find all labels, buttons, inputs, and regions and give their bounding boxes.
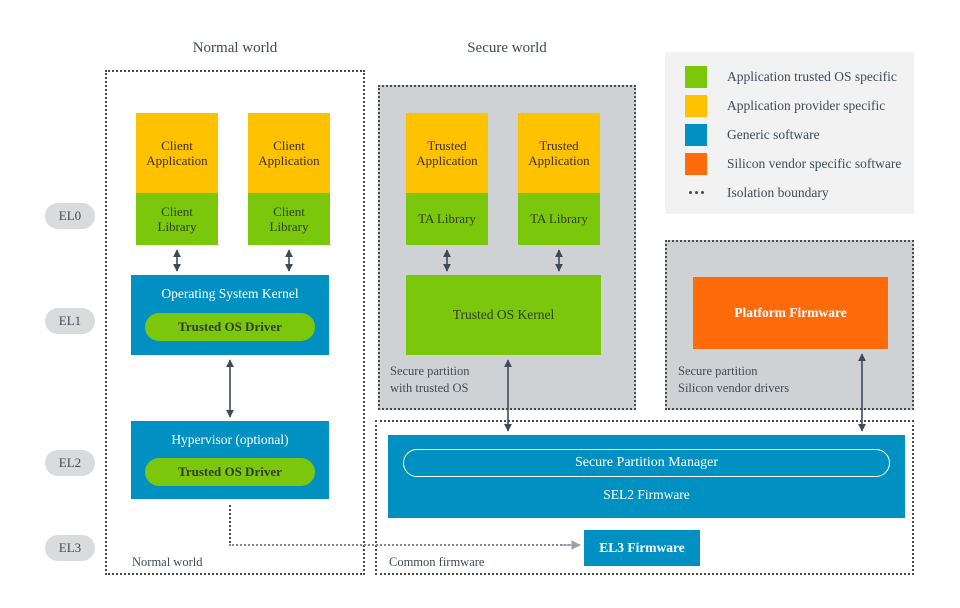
operating-system-kernel-block: Operating System Kernel Trusted OS Drive… bbox=[131, 275, 329, 355]
legend-item-isolation-boundary: Isolation boundary bbox=[685, 178, 915, 207]
exception-level-el1: EL1 bbox=[45, 308, 95, 334]
normal-world-inner-divider bbox=[229, 505, 231, 543]
client-library-1: Client Library bbox=[136, 193, 218, 245]
sel2-firmware-block: Secure Partition Manager SEL2 Firmware bbox=[388, 435, 905, 518]
legend-label: Application trusted OS specific bbox=[727, 68, 897, 84]
legend-label: Silicon vendor specific software bbox=[727, 155, 902, 171]
exception-level-label: EL1 bbox=[58, 313, 82, 328]
legend-swatch-yellow bbox=[685, 94, 707, 117]
hypervisor-title: Hypervisor (optional) bbox=[171, 432, 289, 447]
diagram-canvas: Normal world Secure world EL0 EL1 EL2 EL… bbox=[0, 0, 960, 608]
exception-level-label: EL3 bbox=[58, 540, 82, 555]
trusted-os-driver-kernel: Trusted OS Driver bbox=[145, 313, 315, 341]
dotted-line-icon bbox=[685, 191, 707, 194]
client-application-2: Client Application bbox=[248, 113, 330, 193]
el3-dotted-connector bbox=[229, 544, 574, 546]
trusted-os-kernel-block: Trusted OS Kernel bbox=[406, 275, 601, 355]
legend-swatch-orange bbox=[685, 152, 707, 175]
exception-level-el0: EL0 bbox=[45, 203, 95, 229]
exception-level-el3: EL3 bbox=[45, 535, 95, 561]
el3-firmware-block: EL3 Firmware bbox=[584, 530, 700, 566]
legend-swatch-blue bbox=[685, 123, 707, 146]
legend-item-generic-software: Generic software bbox=[685, 120, 915, 149]
client-application-1: Client Application bbox=[136, 113, 218, 193]
legend-item-application-provider-specific: Application provider specific bbox=[685, 91, 915, 120]
secure-partition-silicon-caption: Secure partition Silicon vendor drivers bbox=[678, 364, 790, 395]
secure-partition-trusted-os-caption: Secure partition with trusted OS bbox=[390, 364, 470, 395]
trusted-application-2: Trusted Application bbox=[518, 113, 600, 193]
exception-level-label: EL2 bbox=[58, 455, 82, 470]
exception-level-el2: EL2 bbox=[45, 450, 95, 476]
secure-partition-manager-pill: Secure Partition Manager bbox=[403, 449, 890, 477]
legend-items: Application trusted OS specific Applicat… bbox=[685, 62, 915, 207]
ta-library-1: TA Library bbox=[406, 193, 488, 245]
sel2-firmware-label: SEL2 Firmware bbox=[603, 487, 690, 502]
trusted-os-driver-hypervisor: Trusted OS Driver bbox=[145, 458, 315, 486]
trusted-application-1: Trusted Application bbox=[406, 113, 488, 193]
legend-label: Generic software bbox=[727, 126, 820, 142]
legend-item-silicon-vendor-specific-software: Silicon vendor specific software bbox=[685, 149, 915, 178]
secure-world-header: Secure world bbox=[467, 40, 547, 56]
client-library-2: Client Library bbox=[248, 193, 330, 245]
ta-library-2: TA Library bbox=[518, 193, 600, 245]
hypervisor-block: Hypervisor (optional) Trusted OS Driver bbox=[131, 421, 329, 499]
exception-level-label: EL0 bbox=[58, 208, 82, 223]
legend-item-application-trusted-os-specific: Application trusted OS specific bbox=[685, 62, 915, 91]
platform-firmware-block: Platform Firmware bbox=[693, 277, 888, 349]
legend-swatch-green bbox=[685, 65, 707, 88]
legend-label: Application provider specific bbox=[727, 97, 886, 113]
operating-system-kernel-title: Operating System Kernel bbox=[161, 286, 299, 301]
normal-world-header: Normal world bbox=[192, 40, 278, 56]
common-firmware-bottom-label: Common firmware bbox=[389, 555, 485, 569]
legend-label: Isolation boundary bbox=[727, 184, 829, 200]
normal-world-bottom-label: Normal world bbox=[132, 555, 203, 569]
